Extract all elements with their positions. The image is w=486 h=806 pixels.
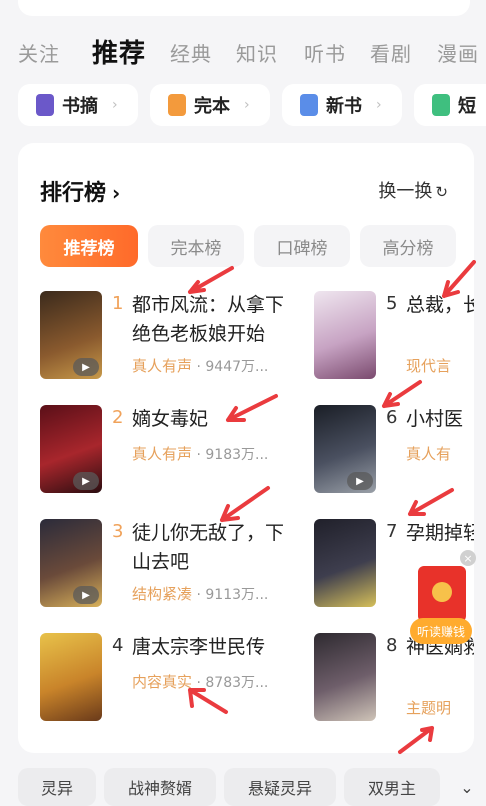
rank-number: 6 — [386, 407, 398, 428]
book-title: 总裁，长得好 — [406, 294, 474, 316]
book-cover: ▶ — [40, 405, 102, 493]
subtab-completed[interactable]: 完本榜 — [148, 225, 244, 267]
chevron-right-icon: › — [244, 97, 250, 113]
subtab-reputation[interactable]: 口碑榜 — [254, 225, 350, 267]
book-meta: 结构紧凑 · 9113万... — [132, 585, 269, 603]
book-meta: 主题明 — [406, 697, 451, 718]
book-complete-icon — [168, 94, 186, 116]
listen-earn-widget[interactable]: × 听读赚钱 — [410, 550, 476, 648]
quick-link-completed[interactable]: 完本 › — [150, 84, 270, 126]
book-cover: ▶ — [314, 405, 376, 493]
category-tabs: 关注 推荐 经典 知识 听书 看剧 漫画 — [0, 28, 486, 78]
tab-knowledge[interactable]: 知识 — [236, 38, 278, 67]
book-tag: 真人有 — [406, 445, 452, 463]
listen-count: 9113万... — [205, 587, 269, 603]
rank-number: 7 — [386, 521, 398, 542]
chevron-right-icon: › — [376, 97, 382, 113]
quick-link-label: 书摘 — [62, 96, 98, 117]
book-title: 都市风流：从拿下绝色老板娘开始 — [132, 294, 285, 345]
listen-count: 9183万... — [205, 447, 269, 463]
red-envelope-icon — [418, 566, 466, 622]
tab-audiobook[interactable]: 听书 — [304, 38, 346, 67]
listen-earn-label: 听读赚钱 — [410, 618, 472, 644]
chevron-down-icon: ⌄ — [460, 777, 474, 797]
tab-classic[interactable]: 经典 — [170, 38, 212, 67]
ranking-header[interactable]: 排行榜 › — [40, 175, 120, 207]
book-meta: 真人有声 · 9183万... — [132, 445, 269, 463]
book-tag: 内容真实 — [132, 673, 193, 691]
play-icon: ▶ — [347, 472, 373, 490]
book-meta: 现代言 — [406, 355, 451, 376]
refresh-icon: ↻ — [435, 183, 448, 201]
genre-chip[interactable]: 战神赘婿 — [104, 768, 216, 806]
play-icon: ▶ — [73, 586, 99, 604]
tab-follow[interactable]: 关注 — [18, 38, 60, 67]
quick-link-new-books[interactable]: 新书 › — [282, 84, 402, 126]
book-meta: 真人有声 · 9447万... — [132, 357, 269, 375]
rank-number: 3 — [112, 521, 124, 542]
book-tag: 结构紧凑 — [132, 585, 193, 603]
bookmark-icon — [36, 94, 54, 116]
play-icon: ▶ — [73, 472, 99, 490]
tab-recommend[interactable]: 推荐 — [92, 33, 146, 70]
subtab-high-score[interactable]: 高分榜 — [360, 225, 456, 267]
refresh-button[interactable]: 换一换 ↻ — [378, 177, 448, 203]
tab-comic[interactable]: 漫画 — [437, 38, 479, 67]
genre-chip[interactable]: 悬疑灵异 — [224, 768, 336, 806]
quick-link-short[interactable]: 短 — [414, 84, 486, 126]
flag-icon — [300, 94, 318, 116]
coin-icon — [432, 582, 452, 602]
book-tag: 真人有声 — [132, 357, 193, 375]
rank-number: 2 — [112, 407, 124, 428]
book-cover — [314, 519, 376, 607]
rank-number: 4 — [112, 635, 124, 656]
genre-chip[interactable]: 双男主 — [344, 768, 440, 806]
book-title: 徒儿你无敌了，下山去吧 — [132, 522, 285, 573]
book-tag: 主题明 — [406, 699, 452, 717]
book-item[interactable]: ▶ 6 小村医 真人有 — [314, 405, 474, 495]
rank-number: 8 — [386, 635, 398, 656]
listen-count: 8783万... — [205, 675, 269, 691]
quick-link-label: 完本 — [194, 96, 230, 117]
subtab-recommend[interactable]: 推荐榜 — [40, 225, 138, 267]
quick-link-excerpts[interactable]: 书摘 › — [18, 84, 138, 126]
book-title: 嫡女毒妃 — [132, 408, 209, 430]
ranking-card: 排行榜 › 换一换 ↻ 推荐榜 完本榜 口碑榜 高分榜 ▶ 1 都市风流：从拿下绝色… — [18, 143, 474, 753]
quick-link-label: 短 — [458, 96, 476, 117]
expand-genres-button[interactable]: ⌄ — [448, 768, 486, 806]
listen-count: 9447万... — [205, 359, 269, 375]
book-meta: 内容真实 · 8783万... — [132, 673, 269, 691]
chevron-right-icon: › — [112, 181, 121, 205]
book-item[interactable]: 5 总裁，长得好 现代言 — [314, 291, 474, 381]
book-tag: 现代言 — [406, 357, 452, 375]
book-title: 唐太宗李世民传 — [132, 636, 266, 658]
book-cover — [40, 633, 102, 721]
top-search-strip — [18, 0, 470, 16]
refresh-label: 换一换 — [378, 181, 433, 202]
book-tag: 真人有声 — [132, 445, 193, 463]
rank-number: 5 — [386, 293, 398, 314]
close-icon[interactable]: × — [460, 550, 476, 566]
book-title: 小村医 — [406, 408, 464, 430]
book-cover: ▶ — [40, 519, 102, 607]
document-icon — [432, 94, 450, 116]
ranking-title: 排行榜 — [40, 181, 107, 206]
genre-chip[interactable]: 灵异 — [18, 768, 96, 806]
tab-drama[interactable]: 看剧 — [370, 38, 412, 67]
book-cover: ▶ — [40, 291, 102, 379]
book-cover — [314, 633, 376, 721]
chevron-right-icon: › — [112, 97, 118, 113]
play-icon: ▶ — [73, 358, 99, 376]
rank-number: 1 — [112, 293, 124, 314]
quick-link-label: 新书 — [326, 96, 362, 117]
book-meta: 真人有 — [406, 443, 451, 464]
book-cover — [314, 291, 376, 379]
book-title: 孕期掉轻哄她 — [406, 522, 474, 544]
